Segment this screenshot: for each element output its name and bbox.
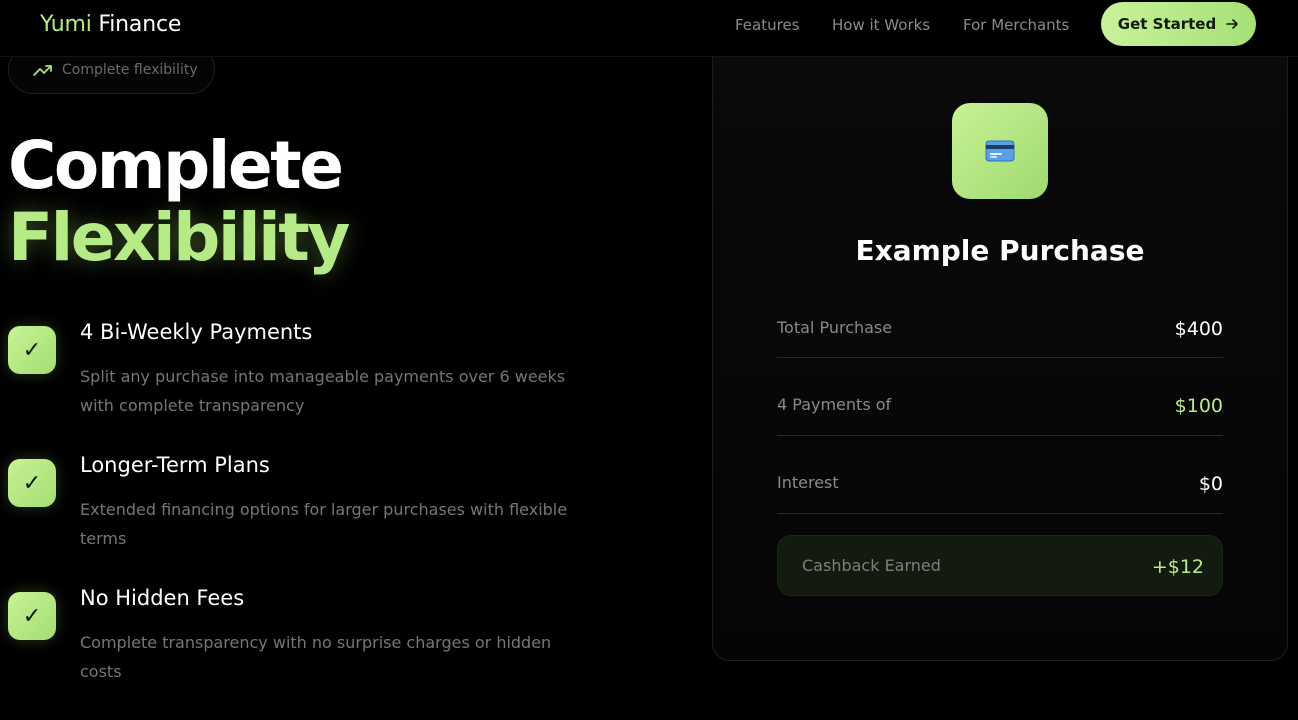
credit-card-icon: [952, 103, 1048, 199]
row-value: $0: [1198, 473, 1223, 495]
get-started-label: Get Started: [1117, 15, 1217, 33]
feature-description: Split any purchase into manageable payme…: [80, 367, 566, 415]
headline-line-1: Complete: [8, 127, 344, 204]
row-label: Interest: [777, 473, 839, 492]
check-icon: ✓: [8, 459, 56, 507]
top-nav: Yumi Finance Features How it Works For M…: [0, 0, 1298, 57]
row-value: $400: [1174, 318, 1223, 340]
card-title: Example Purchase: [855, 234, 1145, 267]
badge-label: Complete flexibility: [62, 61, 198, 78]
row-value: $100: [1174, 395, 1223, 417]
get-started-button[interactable]: Get Started: [1101, 2, 1256, 46]
trending-up-icon: [33, 64, 52, 76]
cashback-label: Cashback Earned: [802, 556, 941, 575]
row-label: Total Purchase: [777, 318, 893, 337]
headline-line-2: Flexibility: [8, 199, 350, 276]
cashback-box: Cashback Earned +$12: [777, 535, 1223, 596]
feature-title: 4 Bi-Weekly Payments: [80, 320, 313, 344]
summary-row: Total Purchase $400: [777, 318, 1223, 358]
summary-row: 4 Payments of $100: [777, 395, 1223, 436]
feature-description: Extended financing options for larger pu…: [80, 500, 568, 548]
logo-accent: Yumi: [40, 12, 92, 37]
nav-link-for-merchants[interactable]: For Merchants: [963, 16, 1069, 34]
check-icon: ✓: [8, 592, 56, 640]
logo[interactable]: Yumi Finance: [40, 12, 181, 37]
nav-link-features[interactable]: Features: [735, 16, 800, 34]
summary-row: Interest $0: [777, 473, 1223, 514]
feature-title: No Hidden Fees: [80, 586, 245, 610]
feature-description: Complete transparency with no surprise c…: [80, 633, 552, 681]
nav-link-how-it-works[interactable]: How it Works: [832, 16, 930, 34]
logo-main: Finance: [98, 12, 182, 37]
row-label: 4 Payments of: [777, 395, 892, 414]
cashback-value: +$12: [1151, 556, 1204, 578]
arrow-right-icon: [1226, 19, 1239, 29]
feature-title: Longer-Term Plans: [80, 453, 270, 477]
check-icon: ✓: [8, 326, 56, 374]
